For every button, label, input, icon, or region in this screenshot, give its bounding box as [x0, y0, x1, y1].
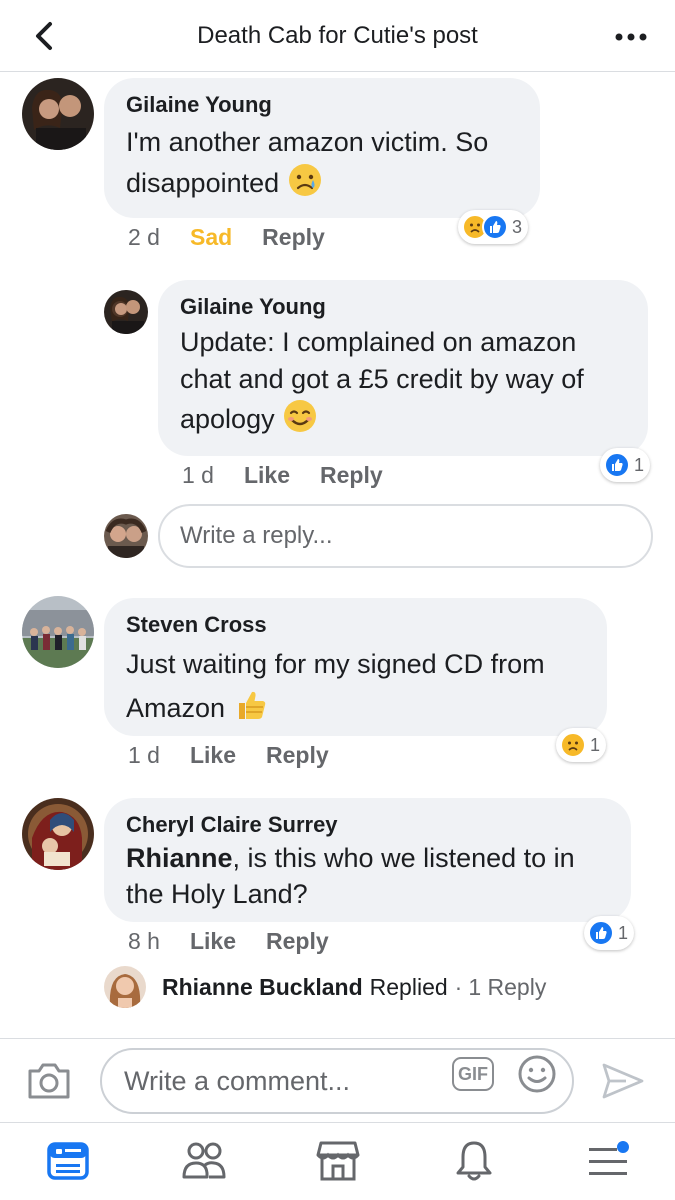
reply-button[interactable]: Reply: [266, 742, 329, 769]
tab-menu[interactable]: [584, 1137, 632, 1185]
reaction-count: 3: [512, 216, 523, 237]
like-button[interactable]: Like: [244, 462, 290, 489]
reaction-summary[interactable]: 1: [556, 728, 607, 762]
avatar[interactable]: [22, 596, 94, 668]
page-title: Death Cab for Cutie's post: [197, 22, 478, 49]
like-reaction-icon: [604, 452, 630, 478]
comment-text: Rhianne, is this who we listened to in t…: [126, 843, 575, 909]
send-button[interactable]: [600, 1060, 646, 1102]
reaction-summary[interactable]: 1: [584, 916, 635, 950]
marketplace-icon: [316, 1141, 360, 1181]
comment-actions: 2 d Sad Reply: [128, 224, 325, 251]
smiling-face-emoji: [282, 398, 318, 444]
view-replies-link[interactable]: Rhianne Buckland Replied · 1 Reply: [104, 966, 546, 1008]
comment-bubble[interactable]: Steven Cross Just waiting for my signed …: [104, 598, 607, 736]
reaction-summary[interactable]: 3: [458, 210, 529, 244]
comment-actions: 1 d Like Reply: [128, 742, 329, 769]
sad-reaction-icon: [560, 732, 586, 758]
separator-dot: ·: [454, 973, 463, 1000]
thumbs-up-emoji: [233, 687, 269, 736]
comment-author[interactable]: Cheryl Claire Surrey: [126, 812, 609, 838]
tab-marketplace[interactable]: [314, 1137, 362, 1185]
comment-bubble[interactable]: Gilaine Young I'm another amazon victim.…: [104, 78, 540, 218]
emoji-button[interactable]: [517, 1054, 557, 1094]
reaction-count: 1: [618, 922, 629, 943]
comment-actions: 1 d Like Reply: [182, 462, 383, 489]
notifications-icon: [456, 1141, 492, 1181]
like-button[interactable]: Like: [190, 928, 236, 955]
camera-icon: [28, 1063, 70, 1099]
menu-icon: [589, 1141, 629, 1175]
write-reply-input[interactable]: Write a reply...: [158, 504, 653, 568]
tab-news-feed[interactable]: [44, 1137, 92, 1185]
reaction-count: 1: [634, 454, 645, 475]
comment-text: Update: I complained on amazon chat and …: [180, 324, 626, 444]
comment-time[interactable]: 1 d: [128, 742, 160, 769]
gif-button[interactable]: GIF: [452, 1057, 494, 1091]
comment-bubble[interactable]: Cheryl Claire Surrey Rhianne, is this wh…: [104, 798, 631, 922]
reply-count: 1 Reply: [468, 973, 547, 1000]
comment-composer: Write a comment... GIF: [0, 1038, 675, 1122]
avatar[interactable]: [104, 290, 148, 334]
comment-bubble[interactable]: Gilaine Young Update: I complained on am…: [158, 280, 648, 456]
comment-text: Just waiting for my signed CD from Amazo…: [126, 642, 585, 736]
sad-reaction-button[interactable]: Sad: [190, 224, 232, 251]
comment-text: I'm another amazon victim. So disappoint…: [126, 122, 518, 209]
send-icon: [602, 1063, 644, 1099]
comment-time[interactable]: 1 d: [182, 462, 214, 489]
comment-author[interactable]: Steven Cross: [126, 612, 585, 638]
current-user-avatar: [104, 514, 148, 558]
comment-actions: 8 h Like Reply: [128, 928, 329, 955]
like-reaction-icon: [588, 920, 614, 946]
reaction-count: 1: [590, 734, 601, 755]
comment-author[interactable]: Gilaine Young: [180, 294, 626, 320]
more-options-button[interactable]: [613, 22, 649, 52]
top-bar: Death Cab for Cutie's post: [0, 0, 675, 72]
comment-time[interactable]: 2 d: [128, 224, 160, 251]
replied-label: Replied: [369, 973, 448, 1000]
more-dots-icon: [615, 33, 647, 41]
camera-button[interactable]: [26, 1059, 72, 1101]
tab-notifications[interactable]: [450, 1137, 498, 1185]
mention-link[interactable]: Rhianne: [126, 843, 233, 873]
like-reaction-icon: [482, 214, 508, 240]
replier-name: Rhianne Buckland: [162, 973, 363, 1000]
crying-face-emoji: [287, 162, 323, 209]
comment-input-placeholder: Write a comment...: [124, 1065, 351, 1096]
like-button[interactable]: Like: [190, 742, 236, 769]
reply-button[interactable]: Reply: [320, 462, 383, 489]
reply-button[interactable]: Reply: [266, 928, 329, 955]
comment-input[interactable]: Write a comment...: [100, 1048, 574, 1114]
news-feed-icon: [47, 1142, 89, 1180]
avatar[interactable]: [22, 798, 94, 870]
avatar[interactable]: [22, 78, 94, 150]
tab-friends[interactable]: [180, 1137, 228, 1185]
avatar: [104, 966, 146, 1008]
write-reply-placeholder: Write a reply...: [180, 522, 333, 549]
comment-time[interactable]: 8 h: [128, 928, 160, 955]
comment-author[interactable]: Gilaine Young: [126, 92, 518, 118]
bottom-tab-bar: [0, 1122, 675, 1200]
reply-button[interactable]: Reply: [262, 224, 325, 251]
friends-icon: [182, 1142, 226, 1179]
reaction-summary[interactable]: 1: [600, 448, 651, 482]
smiley-icon: [518, 1055, 556, 1093]
